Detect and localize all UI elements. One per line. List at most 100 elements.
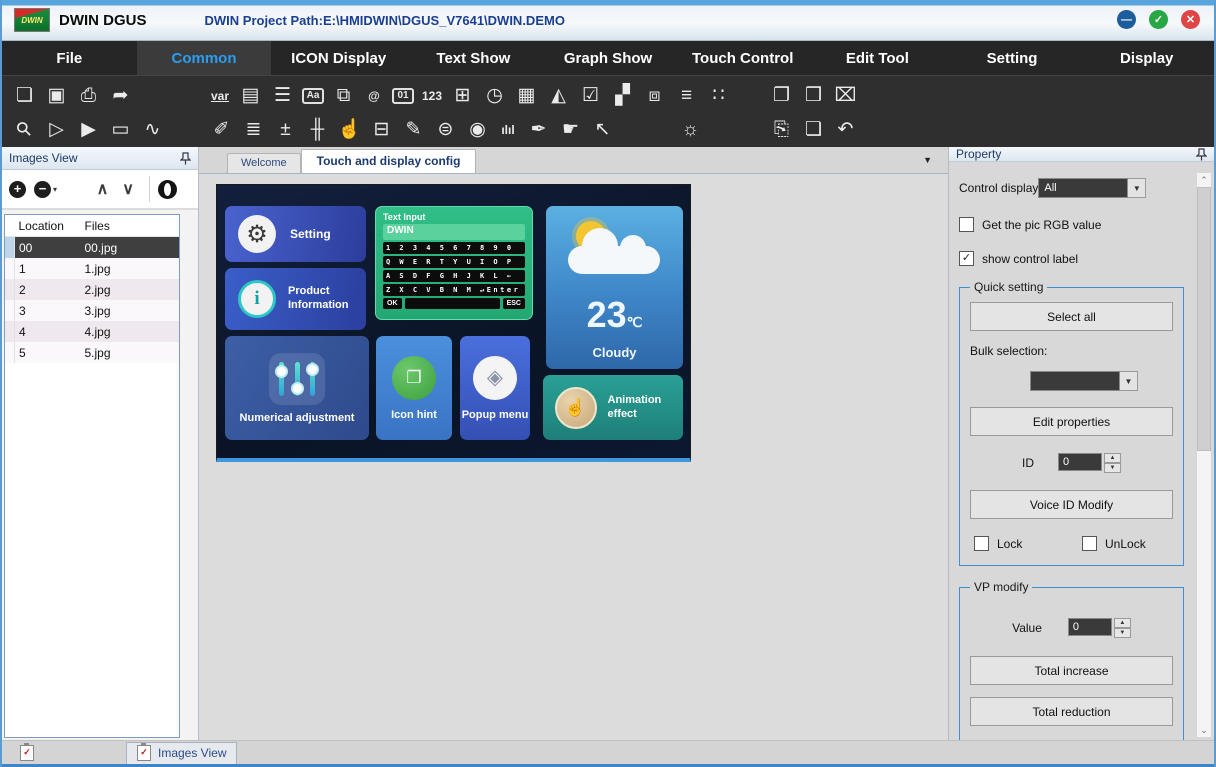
scrollbar-thumb[interactable]: [1197, 187, 1211, 451]
lock-checkbox[interactable]: [974, 536, 989, 551]
list-icon[interactable]: ≣: [241, 120, 266, 139]
copy-page-icon[interactable]: ❏: [801, 120, 826, 139]
qr-code-icon[interactable]: ▞: [610, 86, 635, 105]
table-row[interactable]: 11.jpg: [5, 258, 179, 279]
table-row[interactable]: 44.jpg: [5, 321, 179, 342]
disk-search-icon[interactable]: ◉: [465, 120, 490, 139]
brightness-icon[interactable]: ☼: [678, 120, 703, 139]
print-icon[interactable]: ⎙: [76, 86, 101, 105]
plus-minus-icon[interactable]: ±: [273, 120, 298, 139]
menu-icon-display[interactable]: ICON Display: [271, 41, 406, 75]
at-symbol-icon[interactable]: @: [363, 90, 385, 102]
table-edit-icon[interactable]: ⊟: [369, 120, 394, 139]
maximize-button[interactable]: ✓: [1149, 10, 1168, 29]
curve-icon[interactable]: ∿: [140, 120, 165, 139]
menu-setting[interactable]: Setting: [945, 41, 1080, 75]
duplicate-page-icon[interactable]: ⎘: [769, 120, 794, 139]
control-display-combo[interactable]: All: [1038, 178, 1128, 198]
play-icon[interactable]: ▷: [44, 120, 69, 139]
unlock-checkbox[interactable]: [1082, 536, 1097, 551]
popup-menu-tile[interactable]: ◈ Popup menu: [460, 336, 530, 440]
total-reduction-button[interactable]: Total reduction: [970, 697, 1173, 726]
doc-value-icon[interactable]: ⊞: [450, 86, 475, 105]
file-search-icon[interactable]: ⚲: [9, 114, 40, 145]
spin-up-icon[interactable]: ▲: [1114, 618, 1131, 628]
film-frames-icon[interactable]: ▤: [238, 86, 263, 105]
table-row[interactable]: 55.jpg: [5, 342, 179, 363]
copy-icon[interactable]: ❐: [769, 86, 794, 105]
tab-welcome[interactable]: Welcome: [227, 153, 301, 173]
table-row[interactable]: 0000.jpg: [5, 237, 179, 259]
delete-icon[interactable]: ⌧: [833, 86, 858, 105]
table-row[interactable]: 22.jpg: [5, 279, 179, 300]
vertical-slider-icon[interactable]: ╫: [305, 120, 330, 139]
edit-properties-button[interactable]: Edit properties: [970, 407, 1173, 436]
calendar-icon[interactable]: ▦: [514, 86, 539, 105]
move-down-button[interactable]: ∨: [122, 179, 134, 199]
minimize-button[interactable]: —: [1117, 10, 1136, 29]
setting-tile[interactable]: ⚙ Setting: [225, 206, 366, 262]
table-row[interactable]: 33.jpg: [5, 300, 179, 321]
animation-effect-tile[interactable]: ☝ Animation effect: [543, 375, 683, 440]
move-up-button[interactable]: ∧: [97, 179, 109, 199]
save-icon[interactable]: ▣: [44, 86, 69, 105]
total-increase-button[interactable]: Total increase: [970, 656, 1173, 685]
panel-tab-hidden[interactable]: ✓: [10, 742, 116, 763]
data-stack-icon[interactable]: ≡: [674, 86, 699, 105]
preview-eye-button[interactable]: [158, 180, 177, 199]
tab-touch-and-display-config[interactable]: Touch and display config: [301, 149, 477, 173]
menu-touch-control[interactable]: Touch Control: [675, 41, 810, 75]
panel-tab-images-view[interactable]: ✓ Images View: [126, 742, 237, 764]
audio-wave-icon[interactable]: ılıl: [497, 124, 519, 136]
scroll-up-icon[interactable]: ⌃: [1200, 173, 1208, 187]
hmi-canvas[interactable]: ⚙ Setting i Product Information Text Inp…: [216, 184, 691, 462]
chevron-down-icon[interactable]: ▼: [1120, 371, 1138, 391]
shapes-overlay-icon[interactable]: ◭: [546, 86, 571, 105]
remove-image-button[interactable]: −: [34, 181, 51, 198]
close-button[interactable]: ✕: [1181, 10, 1200, 29]
pencil-icon[interactable]: ✎: [401, 120, 426, 139]
property-scrollbar[interactable]: ⌃ ⌄: [1196, 172, 1212, 738]
pin-icon[interactable]: [1196, 148, 1207, 161]
clock-icon[interactable]: ◷: [482, 86, 507, 105]
menu-display[interactable]: Display: [1079, 41, 1214, 75]
spin-up-icon[interactable]: ▲: [1104, 453, 1121, 463]
text-display-icon[interactable]: Aa: [302, 88, 324, 104]
variable-icon[interactable]: var: [209, 90, 231, 102]
voice-id-modify-button[interactable]: Voice ID Modify: [970, 490, 1173, 519]
sliders-icon[interactable]: ☰: [270, 86, 295, 105]
pin-icon[interactable]: [180, 152, 191, 165]
paste-icon[interactable]: ❒: [801, 86, 826, 105]
add-image-button[interactable]: +: [9, 181, 26, 198]
chevron-down-icon[interactable]: ▼: [1128, 178, 1146, 198]
spin-down-icon[interactable]: ▼: [1114, 628, 1131, 638]
image-rotation-icon[interactable]: ⧈: [642, 86, 667, 105]
vp-value[interactable]: 0: [1068, 618, 1112, 636]
tab-list-dropdown-icon[interactable]: ▼: [923, 155, 932, 165]
product-information-tile[interactable]: i Product Information: [225, 268, 366, 330]
menu-file[interactable]: File: [2, 41, 137, 75]
show-control-label-checkbox[interactable]: ✓: [959, 251, 974, 266]
icon-hint-tile[interactable]: ❐ Icon hint: [376, 336, 452, 440]
menu-text-show[interactable]: Text Show: [406, 41, 541, 75]
binary-data-icon[interactable]: 01: [392, 88, 414, 104]
image-display-icon[interactable]: ⧉: [331, 86, 356, 105]
bulk-selection-combo[interactable]: [1030, 371, 1120, 391]
doc-edit-icon[interactable]: ✐: [209, 120, 234, 139]
touch-press-icon[interactable]: ☝: [337, 120, 362, 139]
form-touch-icon[interactable]: ☑: [578, 86, 603, 105]
new-file-icon[interactable]: ❏: [12, 86, 37, 105]
numerical-adjustment-tile[interactable]: Numerical adjustment: [225, 336, 369, 440]
menu-edit-tool[interactable]: Edit Tool: [810, 41, 945, 75]
menu-graph-show[interactable]: Graph Show: [541, 41, 676, 75]
text-circle-icon[interactable]: ⊜: [433, 120, 458, 139]
id-value[interactable]: 0: [1058, 453, 1102, 471]
get-pic-rgb-checkbox[interactable]: [959, 217, 974, 232]
screen-icon[interactable]: ▭: [108, 120, 133, 139]
spin-down-icon[interactable]: ▼: [1104, 463, 1121, 473]
number-123-icon[interactable]: 123: [421, 90, 443, 102]
hand-drag-icon[interactable]: ☛: [558, 120, 583, 139]
select-all-button[interactable]: Select all: [970, 302, 1173, 331]
text-input-tile[interactable]: Text Input DWIN 1 2 3 4 5 6 7 8 9 0Q W E…: [375, 206, 533, 320]
undo-icon[interactable]: ↶: [833, 120, 858, 139]
